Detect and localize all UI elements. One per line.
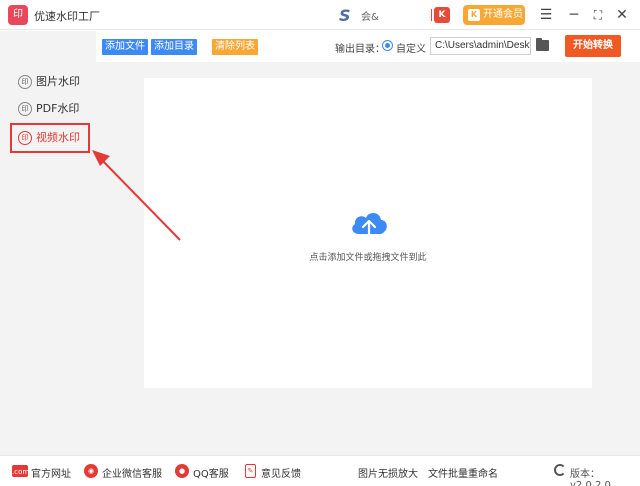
output-dir-label: 输出目录： xyxy=(335,44,385,55)
output-path-field[interactable]: C:\Users\admin\Deskto xyxy=(430,37,531,55)
app-logo-icon: 印 xyxy=(8,5,28,25)
sidebar-item-label: 视频水印 xyxy=(36,131,80,144)
brand-s-icon: S xyxy=(339,6,351,25)
watermark-icon: 印 xyxy=(18,131,32,145)
update-icon[interactable] xyxy=(554,464,566,476)
qq-service-link[interactable]: QQ客服 xyxy=(193,465,229,480)
folder-icon[interactable] xyxy=(536,38,549,51)
watermark-icon: 印 xyxy=(18,75,32,89)
minimize-icon[interactable]: ─ xyxy=(564,5,584,25)
wechat-icon: ◉ xyxy=(84,464,98,478)
start-convert-button[interactable]: 开始转换 xyxy=(565,35,621,57)
add-directory-button[interactable]: 添加目录 xyxy=(151,39,197,55)
divider xyxy=(431,9,432,21)
wechat-service-link[interactable]: 企业微信客服 xyxy=(102,465,162,480)
sidebar-item-video-watermark[interactable]: 印 视频水印 xyxy=(10,123,90,153)
sidebar-item-pdf-watermark[interactable]: 印 PDF水印 xyxy=(14,97,90,121)
feedback-icon: ✎ xyxy=(245,464,256,478)
maximize-icon[interactable]: ⛶ xyxy=(588,5,608,25)
custom-radio[interactable] xyxy=(382,40,393,51)
qq-icon: ● xyxy=(175,464,189,478)
drop-hint: 点击添加文件或拖拽文件到此 xyxy=(309,253,427,263)
add-file-button[interactable]: 添加文件 xyxy=(102,39,148,55)
watermark-icon: 印 xyxy=(18,102,32,116)
menu-icon[interactable]: ☰ xyxy=(536,5,556,25)
official-site-link[interactable]: 官方网址 xyxy=(31,465,71,480)
vip-icon: K xyxy=(468,9,480,21)
brand-text: 会& xyxy=(361,12,379,23)
feedback-link[interactable]: 意见反馈 xyxy=(261,465,301,480)
title-bar: 印 优速水印工厂 S 会& K K 开通会员 ☰ ─ ⛶ ✕ xyxy=(0,0,640,30)
file-drop-zone[interactable]: 点击添加文件或拖拽文件到此 xyxy=(144,78,592,388)
sidebar-item-label: 图片水印 xyxy=(36,75,80,88)
batch-rename-link[interactable]: 文件批量重命名 xyxy=(428,465,498,480)
close-icon[interactable]: ✕ xyxy=(612,5,632,25)
image-upscale-link[interactable]: 图片无损放大 xyxy=(358,465,418,480)
cloud-upload-icon xyxy=(352,212,387,240)
vip-label: 开通会员 xyxy=(483,9,523,20)
sidebar-item-image-watermark[interactable]: 印 图片水印 xyxy=(14,70,90,94)
sidebar xyxy=(0,31,96,455)
footer-bar: .com 官方网址 ◉ 企业微信客服 ● QQ客服 ✎ 意见反馈 图片无损放大 … xyxy=(0,455,640,486)
clear-list-button[interactable]: 清除列表 xyxy=(212,39,258,55)
version-label: 版本：v2.0.2.0 xyxy=(570,469,611,486)
vip-button[interactable]: K 开通会员 xyxy=(463,5,525,25)
sidebar-item-label: PDF水印 xyxy=(36,102,80,115)
app-title: 优速水印工厂 xyxy=(34,10,100,23)
ad-icon[interactable]: K xyxy=(434,7,450,23)
website-icon: .com xyxy=(12,465,29,477)
custom-radio-label: 自定义 xyxy=(396,44,426,55)
